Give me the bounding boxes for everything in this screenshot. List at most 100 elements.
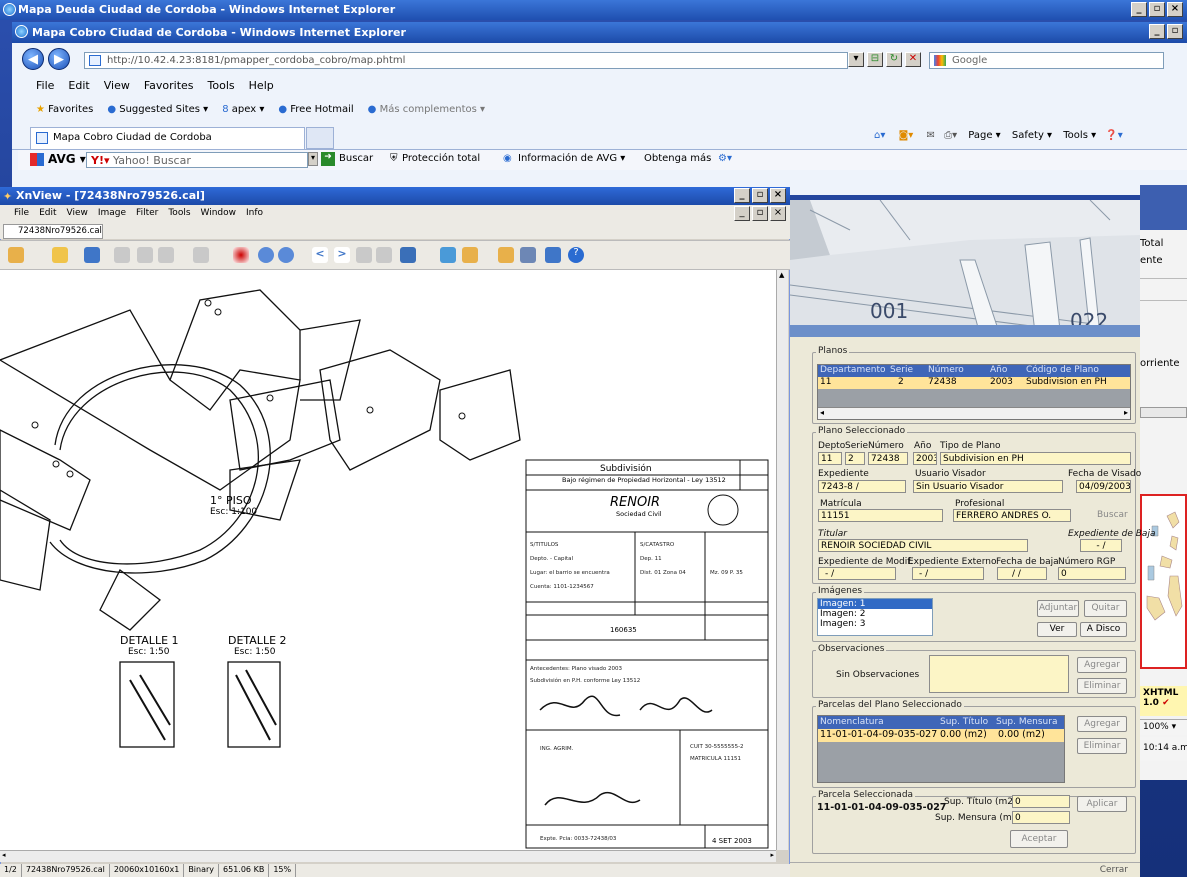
menu-tools[interactable]: Tools	[168, 208, 190, 222]
safety-menu[interactable]: Safety ▾	[1012, 130, 1052, 141]
col-numero[interactable]: Número	[928, 365, 964, 375]
expediente-externo-field[interactable]: - /	[912, 567, 984, 580]
avg-obtenga[interactable]: Obtenga más	[644, 153, 711, 164]
avg-proteccion[interactable]: Protección total	[402, 153, 480, 164]
open-folder-icon[interactable]	[52, 247, 68, 263]
maximize-button[interactable]: ▫	[752, 188, 768, 203]
record-icon[interactable]	[233, 247, 249, 263]
tab-mapa-cobro[interactable]: Mapa Cobro Ciudad de Cordoba	[30, 127, 305, 149]
menu-file[interactable]: File	[14, 208, 29, 222]
cerrar-button[interactable]: Cerrar	[1100, 865, 1128, 875]
col-sup-titulo[interactable]: Sup. Título	[940, 717, 988, 727]
compat-icon[interactable]: ⊟	[867, 52, 883, 67]
save-icon[interactable]	[84, 247, 100, 263]
sup-mensura-field[interactable]: 0	[1012, 811, 1070, 824]
minimize-button[interactable]: _	[734, 188, 750, 203]
scroll-right-icon[interactable]: ▸	[770, 851, 774, 859]
eliminar-parcela-button[interactable]: Eliminar	[1077, 738, 1127, 754]
minimize-button[interactable]: _	[1131, 2, 1147, 17]
col-codigo[interactable]: Código de Plano	[1026, 365, 1099, 375]
observaciones-textarea[interactable]	[929, 655, 1069, 693]
aplicar-button[interactable]: Aplicar	[1077, 796, 1127, 812]
mail-icon[interactable]: ✉	[926, 130, 934, 141]
minimize-button[interactable]: _	[1149, 24, 1165, 39]
maximize-button[interactable]: ▫	[1167, 24, 1183, 39]
map-view[interactable]: 001 022	[790, 200, 1140, 335]
quitar-button[interactable]: Quitar	[1084, 600, 1127, 617]
avg-brand[interactable]: AVG ▾	[48, 152, 86, 166]
agregar-observacion-button[interactable]: Agregar	[1077, 657, 1127, 673]
aceptar-button[interactable]: Aceptar	[1010, 830, 1068, 848]
sup-titulo-field[interactable]: 0	[1012, 795, 1070, 808]
table-row[interactable]: 11 2 72438 2003 Subdivision en PH	[818, 377, 1130, 389]
col-nomenclatura[interactable]: Nomenclatura	[820, 717, 884, 727]
menu-tools[interactable]: Tools	[208, 79, 235, 95]
list-item[interactable]: Imagen: 3	[818, 619, 932, 629]
titular-field[interactable]: RENOIR SOCIEDAD CIVIL	[818, 539, 1028, 552]
minimize-button[interactable]: _	[734, 206, 750, 221]
menu-window[interactable]: Window	[201, 208, 237, 222]
refresh-icon[interactable]: ↻	[886, 52, 902, 67]
menu-image[interactable]: Image	[98, 208, 126, 222]
capture-icon[interactable]	[462, 247, 478, 263]
menu-edit[interactable]: Edit	[68, 79, 89, 95]
profesional-field[interactable]: FERRERO ANDRES O.	[953, 509, 1071, 522]
new-tab-button[interactable]	[306, 127, 334, 149]
anio-field[interactable]: 2003	[913, 452, 937, 465]
info-icon[interactable]	[545, 247, 561, 263]
menu-info[interactable]: Info	[246, 208, 263, 222]
depto-field[interactable]: 11	[818, 452, 842, 465]
zoom-dropdown[interactable]: 100% ▾	[1140, 719, 1187, 735]
zoom-out-icon[interactable]	[278, 247, 294, 263]
col-sup-mensura[interactable]: Sup. Mensura	[996, 717, 1057, 727]
undo-icon[interactable]	[114, 247, 130, 263]
avg-info[interactable]: Información de AVG ▾	[518, 153, 625, 164]
avg-buscar-button[interactable]: Buscar	[339, 153, 373, 164]
next-icon[interactable]: >	[334, 247, 350, 263]
col-anio[interactable]: Año	[990, 365, 1007, 375]
print-icon[interactable]: ⎙▾	[944, 130, 957, 141]
browser-icon[interactable]	[8, 247, 24, 263]
dropdown-icon[interactable]: ▾	[308, 152, 318, 166]
menu-view[interactable]: View	[104, 79, 130, 95]
image-canvas[interactable]: 1° PISO Esc: 1:100 DETALLE 1 Esc: 1:50 D…	[0, 270, 776, 850]
list-item[interactable]: Imagen: 2	[818, 609, 932, 619]
last-icon[interactable]	[376, 247, 392, 263]
fav-hotmail[interactable]: ● Free Hotmail	[278, 104, 353, 122]
buscar-button[interactable]: Buscar	[1097, 510, 1128, 520]
favorites-button[interactable]: ★ Favorites	[36, 104, 93, 122]
expediente-baja-field[interactable]: - /	[1080, 539, 1122, 552]
settings-icon[interactable]	[498, 247, 514, 263]
copy-icon[interactable]	[158, 247, 174, 263]
matricula-field[interactable]: 11151	[818, 509, 943, 522]
numero-field[interactable]: 72438	[868, 452, 908, 465]
expediente-field[interactable]: 7243-8 /	[818, 480, 906, 493]
home-icon[interactable]: ⌂▾	[874, 130, 885, 141]
feeds-icon[interactable]: ◙▾	[899, 130, 914, 141]
close-button[interactable]: ×	[770, 206, 786, 221]
serie-field[interactable]: 2	[845, 452, 865, 465]
zoom-in-icon[interactable]	[258, 247, 274, 263]
close-button[interactable]: ×	[1167, 2, 1183, 17]
help-icon[interactable]: ❓▾	[1105, 130, 1122, 141]
menu-filter[interactable]: Filter	[136, 208, 158, 222]
address-bar[interactable]: http://10.42.4.23:8181/pmapper_cordoba_c…	[84, 52, 848, 69]
previous-icon[interactable]: <	[312, 247, 328, 263]
tools-menu[interactable]: Tools ▾	[1063, 130, 1096, 141]
search-input[interactable]: Google	[929, 52, 1164, 69]
tipo-plano-field[interactable]: Subdivision en PH	[940, 452, 1131, 465]
col-departamento[interactable]: Departamento	[820, 365, 885, 375]
scroll-right-icon[interactable]: ▸	[1124, 408, 1128, 417]
restore-button[interactable]: ▫	[752, 206, 768, 221]
cut-icon[interactable]	[137, 247, 153, 263]
fav-apex[interactable]: 8 apex ▾	[222, 104, 264, 122]
ver-button[interactable]: Ver	[1037, 622, 1077, 637]
forward-arrow-icon[interactable]: ▶	[48, 48, 70, 70]
stop-icon[interactable]: ✕	[905, 52, 921, 67]
back-arrow-icon[interactable]: ◀	[22, 48, 44, 70]
xnview-tab[interactable]: 72438Nro79526.cal	[3, 224, 103, 239]
maximize-button[interactable]: ▫	[1149, 2, 1165, 17]
col-serie[interactable]: Serie	[890, 365, 913, 375]
menu-view[interactable]: View	[67, 208, 88, 222]
agregar-parcela-button[interactable]: Agregar	[1077, 716, 1127, 732]
